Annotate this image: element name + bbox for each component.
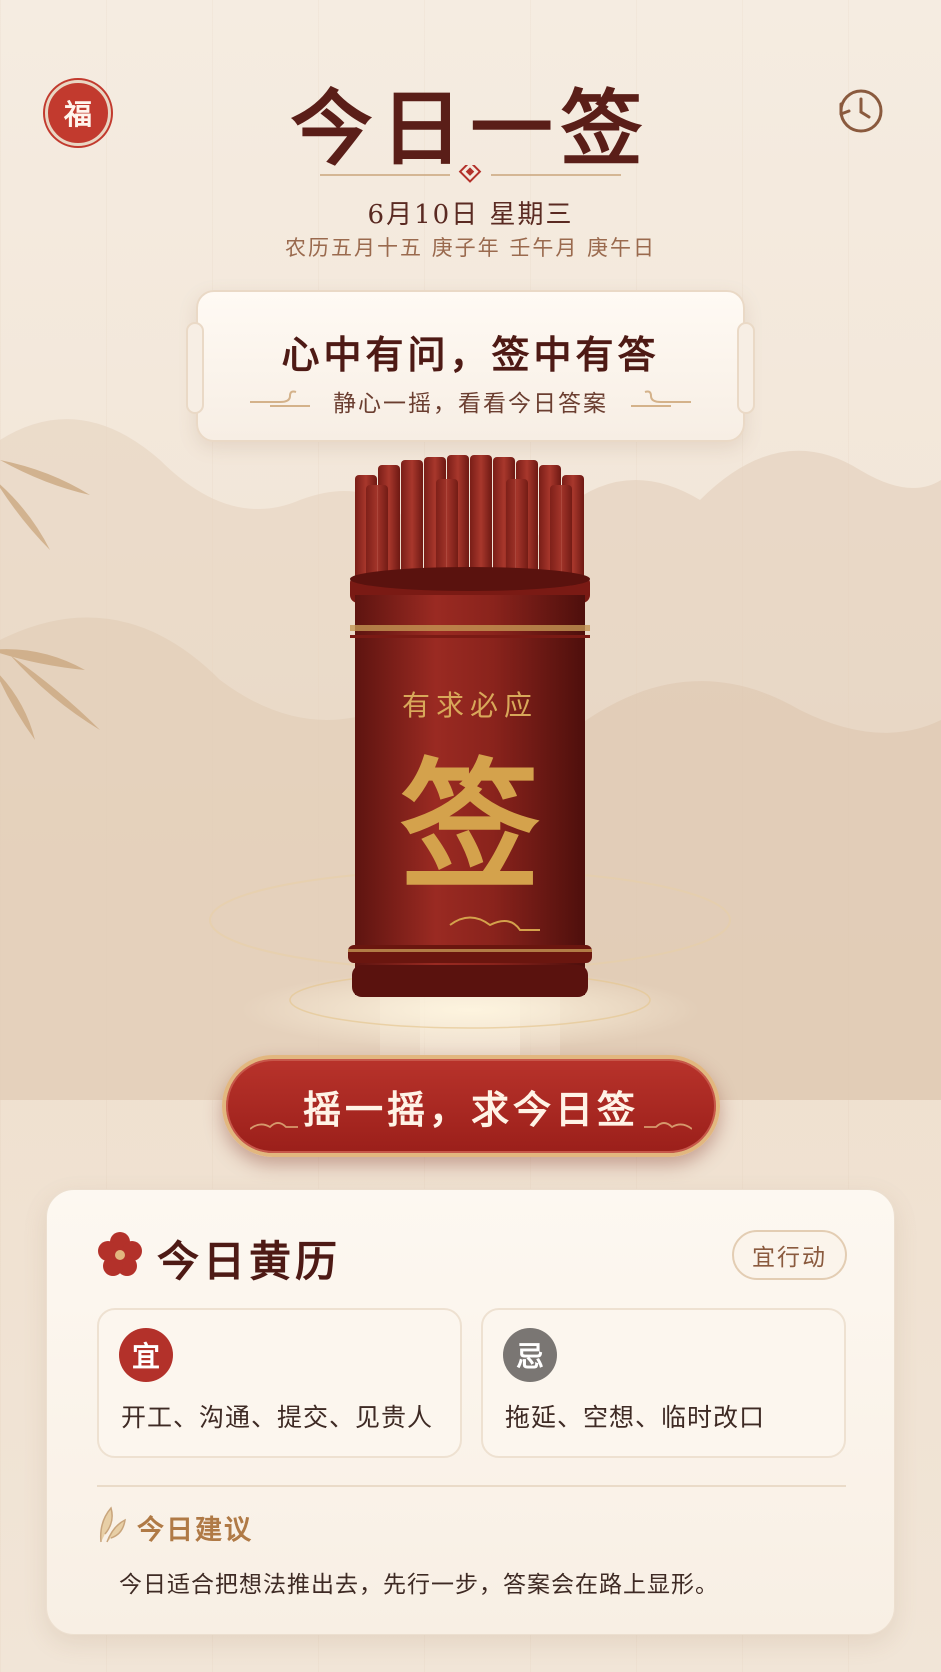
banner-title: 心中有问，签中有答: [281, 332, 660, 377]
page-title: 今日一签: [290, 81, 651, 177]
flower-icon: [98, 1232, 142, 1276]
cloud-icon: [644, 1122, 692, 1130]
yi-box: 宜 开工、沟通、提交、见贵人: [97, 1308, 462, 1458]
ji-badge: 忌: [503, 1328, 557, 1382]
cylinder-motto: 有求必应: [402, 689, 538, 722]
cylinder-big-char: 签: [400, 745, 540, 909]
title-divider: [320, 165, 621, 183]
prompt-banner: 心中有问，签中有答 静心一摇，看看今日答案: [186, 290, 755, 442]
yi-badge: 宜: [119, 1328, 173, 1382]
advice-title: 今日建议: [137, 1515, 253, 1546]
almanac-title: 今日黄历: [157, 1237, 342, 1286]
cylinder-graphic: 有求必应 签: [240, 455, 700, 1050]
almanac-tag[interactable]: 宜行动: [732, 1230, 847, 1280]
advice-text: 今日适合把想法推出去，先行一步，答案会在路上显形。: [119, 1572, 719, 1598]
almanac-card: 今日黄历 宜行动 宜 开工、沟通、提交、见贵人 忌 拖延、空想、临时改口 今日建…: [46, 1189, 895, 1635]
bamboo-decoration: [0, 460, 100, 740]
lunar-date-text: 农历五月十五 庚子年 壬午月 庚午日: [284, 236, 657, 260]
ji-box: 忌 拖延、空想、临时改口: [481, 1308, 846, 1458]
cloud-icon: [250, 1122, 298, 1130]
shake-button[interactable]: 摇一摇，求今日签: [222, 1055, 720, 1157]
date-text: 6月10日 星期三: [367, 200, 574, 230]
cloud-icon: [631, 390, 691, 407]
divider: [97, 1485, 846, 1487]
fortune-sticks: [355, 455, 584, 585]
yi-items: 开工、沟通、提交、见贵人: [121, 1403, 434, 1432]
shake-button-label: 摇一摇，求今日签: [302, 1086, 639, 1132]
leaf-icon: [99, 1506, 126, 1543]
fortune-stick-cylinder[interactable]: 有求必应 签: [220, 455, 720, 1055]
ji-items: 拖延、空想、临时改口: [505, 1403, 766, 1432]
